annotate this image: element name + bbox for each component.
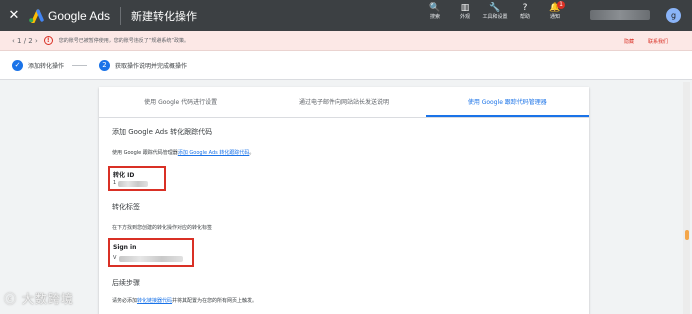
contact-us-link[interactable]: 联系我们 bbox=[648, 38, 668, 45]
next-steps-heading: 后续步骤 bbox=[112, 279, 140, 287]
step-connector bbox=[72, 64, 88, 66]
brand-name: Google Ads bbox=[48, 8, 111, 23]
appearance-tool-button[interactable]: ▥ 外观 bbox=[450, 3, 480, 20]
alert-pager[interactable]: ‹ 1 / 2 › bbox=[12, 37, 38, 45]
setup-method-tabs: 使用 Google 代码进行设置 通过电子邮件向网站站长发送说明 使用 Goog… bbox=[99, 87, 589, 118]
close-icon[interactable]: ✕ bbox=[0, 0, 28, 31]
add-tracking-code-heading: 添加 Google Ads 转化跟踪代码 bbox=[112, 128, 213, 136]
conversion-id-value[interactable]: 1 bbox=[113, 180, 116, 186]
watermark: ⓒ 大数跨境 bbox=[4, 290, 74, 307]
tools-settings-button[interactable]: 🔧 工具和设置 bbox=[480, 3, 510, 20]
progress-stepper: ✓ 添加转化操作 2 获取操作说明并完成概操作 bbox=[0, 51, 692, 80]
page-title: 新建转化操作 bbox=[131, 9, 198, 23]
step-add-conversion[interactable]: ✓ 添加转化操作 bbox=[12, 59, 65, 71]
step-number: 2 bbox=[99, 59, 111, 71]
hide-alert-link[interactable]: 隐藏 bbox=[624, 38, 634, 45]
conversion-action-name: Sign in bbox=[113, 244, 137, 251]
title-divider bbox=[120, 6, 122, 25]
tool-label: 工具和设置 bbox=[482, 14, 508, 20]
bell-icon: 🔔 bbox=[549, 3, 561, 13]
instruction-suffix: 。 bbox=[249, 150, 255, 156]
tool-label: 通知 bbox=[549, 14, 560, 20]
add-tracking-code-link[interactable]: 添加 Google Ads 转化跟踪代码 bbox=[178, 150, 250, 156]
next-steps-prefix: 请务必添加 bbox=[112, 298, 138, 304]
tab-tag-manager[interactable]: 使用 Google 跟踪代码管理器 bbox=[425, 87, 589, 117]
conversion-id-prefix: 1 bbox=[113, 180, 117, 186]
instruction-text: 使用 Google 跟踪代码管理器添加 Google Ads 转化跟踪代码。 bbox=[112, 149, 254, 156]
watermark-text: 大数跨境 bbox=[21, 292, 74, 306]
help-button[interactable]: ? 帮助 bbox=[510, 3, 540, 20]
check-icon: ✓ bbox=[12, 59, 23, 71]
conversion-id-label: 转化 ID bbox=[113, 172, 135, 179]
search-icon: 🔍 bbox=[429, 3, 441, 13]
conversion-label-highlight bbox=[108, 238, 194, 267]
conversion-linker-link[interactable]: 转化链接器代码 bbox=[137, 298, 172, 304]
tab-email-webmaster[interactable]: 通过电子邮件向网站站长发送说明 bbox=[262, 87, 425, 117]
notifications-button[interactable]: 🔔 1 通知 bbox=[540, 1, 570, 20]
conversion-label-description: 在下方找到您创建的转化操作对应的转化标签 bbox=[112, 225, 213, 231]
next-steps-suffix: 并将其配置为在您的所有网页上触发。 bbox=[172, 298, 258, 304]
page-scrollbar[interactable] bbox=[683, 82, 690, 314]
search-tool-button[interactable]: 🔍 搜索 bbox=[420, 3, 450, 20]
google-ads-logo-icon bbox=[29, 8, 44, 23]
step-label: 添加转化操作 bbox=[28, 62, 65, 70]
warning-icon: ! bbox=[43, 36, 53, 45]
conversion-label-value[interactable]: V bbox=[113, 255, 116, 261]
tab-google-tag[interactable]: 使用 Google 代码进行设置 bbox=[99, 87, 262, 117]
instruction-prefix: 使用 Google 跟踪代码管理器 bbox=[112, 150, 178, 156]
appearance-icon: ▥ bbox=[460, 3, 470, 13]
google-ads-logo[interactable]: Google Ads bbox=[28, 9, 110, 23]
next-steps-text: 请务必添加转化链接器代码并将其配置为在您的所有网页上触发。 bbox=[112, 297, 257, 304]
step-get-instructions[interactable]: 2 获取操作说明并完成概操作 bbox=[99, 59, 188, 71]
conversion-label-heading: 转化标签 bbox=[112, 203, 140, 211]
top-app-bar: ✕ Google Ads 新建转化操作 🔍 搜索 ▥ 外观 🔧 工具和设置 ? … bbox=[0, 0, 692, 31]
alert-message: 您的账号已被暂停使用，您的账号违反了“规避系统”政策。 bbox=[58, 38, 189, 44]
account-info-redacted[interactable] bbox=[590, 10, 650, 20]
step-label: 获取操作说明并完成概操作 bbox=[115, 62, 188, 70]
conversion-label-prefix: V bbox=[113, 255, 117, 261]
notification-count-badge: 1 bbox=[557, 1, 565, 9]
setup-card: 使用 Google 代码进行设置 通过电子邮件向网站站长发送说明 使用 Goog… bbox=[99, 87, 589, 314]
tool-label: 搜索 bbox=[429, 14, 440, 20]
wrench-icon: 🔧 bbox=[489, 3, 501, 13]
account-suspended-alert: ‹ 1 / 2 › ! 您的账号已被暂停使用，您的账号违反了“规避系统”政策。 … bbox=[0, 31, 692, 51]
tool-label: 外观 bbox=[459, 14, 470, 20]
tool-label: 帮助 bbox=[519, 14, 530, 20]
watermark-logo-icon: ⓒ bbox=[4, 292, 18, 306]
header-tools: 🔍 搜索 ▥ 外观 🔧 工具和设置 ? 帮助 🔔 1 通知 bbox=[420, 1, 570, 20]
conversion-label-redacted bbox=[119, 256, 183, 262]
scrollbar-thumb[interactable] bbox=[685, 230, 689, 240]
conversion-id-redacted bbox=[118, 181, 148, 187]
avatar[interactable]: g bbox=[666, 8, 681, 23]
help-icon: ? bbox=[522, 3, 528, 13]
